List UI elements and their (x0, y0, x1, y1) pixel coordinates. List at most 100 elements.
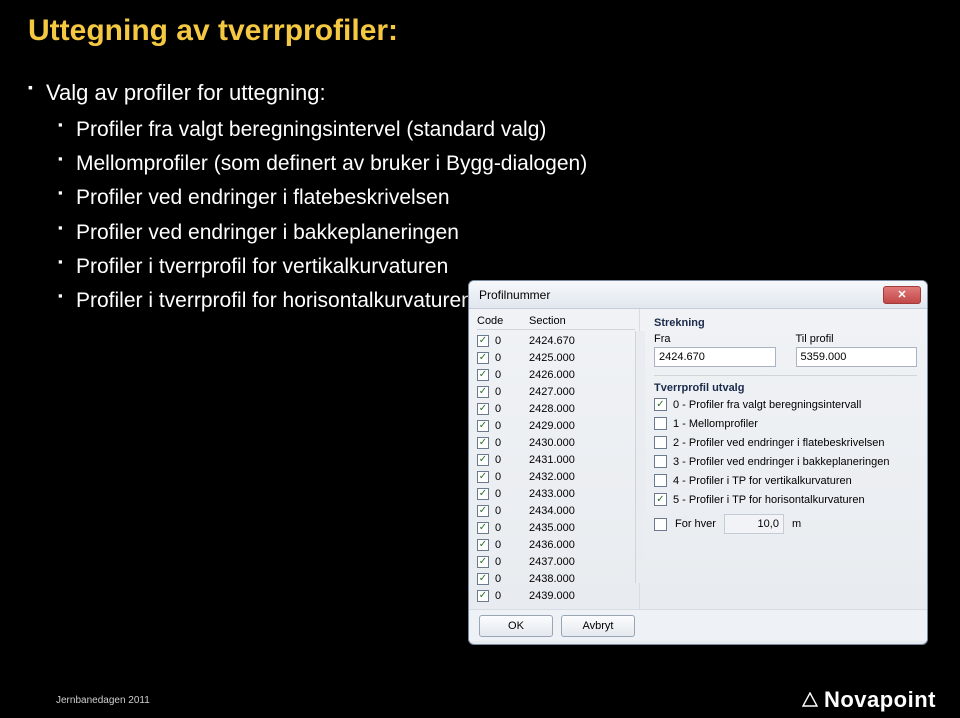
table-row[interactable]: ✓ 02428.000 (477, 400, 635, 417)
option-label: 4 - Profiler i TP for vertikalkurvaturen (673, 475, 852, 487)
profile-list-panel: Code Section ✓02424.670✓02425.000✓02426.… (469, 309, 639, 609)
row-code: 0 (495, 369, 529, 381)
row-checkbox[interactable]: ✓ (477, 505, 489, 517)
option-checkbox[interactable] (654, 455, 667, 468)
close-icon: ✕ (897, 288, 906, 301)
row-code: 0 (495, 505, 529, 517)
row-checkbox[interactable]: ✓ (477, 386, 489, 398)
option-checkbox[interactable] (654, 417, 667, 430)
forhver-checkbox[interactable] (654, 518, 667, 531)
row-code: 0 (495, 539, 529, 551)
table-row[interactable]: ✓ 02434.000 (477, 502, 635, 519)
row-checkbox[interactable]: ✓ (477, 573, 489, 585)
row-code: 0 (495, 403, 529, 415)
dialog-titlebar[interactable]: Profilnummer ✕ (469, 281, 927, 309)
option-checkbox[interactable]: ✓ (654, 398, 667, 411)
row-section: 2435.000 (529, 522, 635, 534)
settings-panel: Strekning Fra Til profil Tverrprofil utv… (639, 309, 927, 609)
table-row[interactable]: ✓ 02435.000 (477, 519, 635, 536)
option-item[interactable]: ✓ 5 - Profiler i TP for horisontalkurvatu… (654, 493, 917, 506)
row-code: 0 (495, 471, 529, 483)
bullet-item: Profiler i tverrprofil for vertikalkurva… (58, 253, 587, 281)
option-label: 0 - Profiler fra valgt beregningsinterva… (673, 399, 861, 411)
row-section: 2434.000 (529, 505, 635, 517)
row-checkbox[interactable]: ✓ (477, 437, 489, 449)
option-label: 1 - Mellomprofiler (673, 418, 758, 430)
row-checkbox[interactable]: ✓ (477, 539, 489, 551)
row-code: 0 (495, 454, 529, 466)
table-row[interactable]: ✓02425.000 (477, 349, 635, 366)
footer-note: Jernbanedagen 2011 (56, 695, 150, 706)
table-row[interactable]: ✓02426.000 (477, 366, 635, 383)
row-checkbox[interactable]: ✓ (477, 522, 489, 534)
forhver-row: For hver m (654, 514, 917, 534)
option-item[interactable]: 2 - Profiler ved endringer i flatebeskri… (654, 436, 917, 449)
fra-label: Fra (654, 333, 776, 345)
profile-list[interactable]: ✓02424.670✓02425.000✓02426.000✓02427.000… (477, 332, 635, 605)
option-list: ✓ 0 - Profiler fra valgt beregningsinterv… (654, 398, 917, 506)
table-row[interactable]: ✓ 02431.000 (477, 451, 635, 468)
close-button[interactable]: ✕ (883, 286, 921, 304)
bullet-item: Profiler ved endringer i flatebeskrivels… (58, 184, 587, 212)
forhver-input[interactable] (724, 514, 784, 534)
scrollbar[interactable] (635, 331, 645, 583)
table-row[interactable]: ✓ 02429.000 (477, 417, 635, 434)
option-label: 3 - Profiler ved endringer i bakkeplaner… (673, 456, 889, 468)
col-section[interactable]: Section (529, 315, 635, 327)
table-row[interactable]: ✓02430.000 (477, 434, 635, 451)
row-code: 0 (495, 522, 529, 534)
row-checkbox[interactable]: ✓ (477, 420, 489, 432)
til-input[interactable] (796, 347, 918, 367)
row-checkbox[interactable]: ✓ (477, 335, 489, 347)
fra-input[interactable] (654, 347, 776, 367)
utvalg-label: Tverrprofil utvalg (654, 382, 917, 394)
option-checkbox[interactable]: ✓ (654, 493, 667, 506)
table-row[interactable]: ✓ 02436.000 (477, 536, 635, 553)
table-row[interactable]: ✓02439.000 (477, 587, 635, 604)
row-code: 0 (495, 420, 529, 432)
row-section: 2436.000 (529, 539, 635, 551)
row-checkbox[interactable]: ✓ (477, 556, 489, 568)
row-section: 2428.000 (529, 403, 635, 415)
row-section: 2429.000 (529, 420, 635, 432)
col-code[interactable]: Code (477, 315, 529, 327)
option-checkbox[interactable] (654, 474, 667, 487)
table-row[interactable]: ✓02433.000 (477, 485, 635, 502)
til-label: Til profil (796, 333, 918, 345)
table-row[interactable]: ✓02427.000 (477, 383, 635, 400)
row-code: 0 (495, 352, 529, 364)
novapoint-logo-icon (802, 692, 818, 708)
option-item[interactable]: ✓ 0 - Profiler fra valgt beregningsinterv… (654, 398, 917, 411)
row-checkbox[interactable]: ✓ (477, 454, 489, 466)
option-checkbox[interactable] (654, 436, 667, 449)
option-label: 2 - Profiler ved endringer i flatebeskri… (673, 437, 885, 449)
cancel-button[interactable]: Avbryt (561, 615, 635, 637)
row-section: 2431.000 (529, 454, 635, 466)
row-section: 2439.000 (529, 590, 635, 602)
table-row[interactable]: ✓02437.000 (477, 553, 635, 570)
strekning-label: Strekning (654, 317, 917, 329)
forhver-unit: m (792, 518, 801, 530)
option-label: 5 - Profiler i TP for horisontalkurvatur… (673, 494, 865, 506)
option-item[interactable]: 4 - Profiler i TP for vertikalkurvaturen (654, 474, 917, 487)
bullet-item: Profiler ved endringer i bakkeplaneringe… (58, 219, 587, 247)
row-checkbox[interactable]: ✓ (477, 488, 489, 500)
row-code: 0 (495, 437, 529, 449)
option-item[interactable]: 1 - Mellomprofiler (654, 417, 917, 430)
row-section: 2427.000 (529, 386, 635, 398)
row-checkbox[interactable]: ✓ (477, 471, 489, 483)
option-item[interactable]: 3 - Profiler ved endringer i bakkeplaner… (654, 455, 917, 468)
row-section: 2424.670 (529, 335, 635, 347)
bullet-item: Profiler fra valgt beregningsintervel (s… (58, 116, 587, 144)
forhver-label: For hver (675, 518, 716, 530)
row-checkbox[interactable]: ✓ (477, 403, 489, 415)
row-checkbox[interactable]: ✓ (477, 352, 489, 364)
row-section: 2433.000 (529, 488, 635, 500)
ok-button[interactable]: OK (479, 615, 553, 637)
row-checkbox[interactable]: ✓ (477, 590, 489, 602)
table-row[interactable]: ✓02438.000 (477, 570, 635, 587)
row-checkbox[interactable]: ✓ (477, 369, 489, 381)
table-row[interactable]: ✓02432.000 (477, 468, 635, 485)
bullet-top-text: Valg av profiler for uttegning: (46, 80, 326, 105)
table-row[interactable]: ✓02424.670 (477, 332, 635, 349)
